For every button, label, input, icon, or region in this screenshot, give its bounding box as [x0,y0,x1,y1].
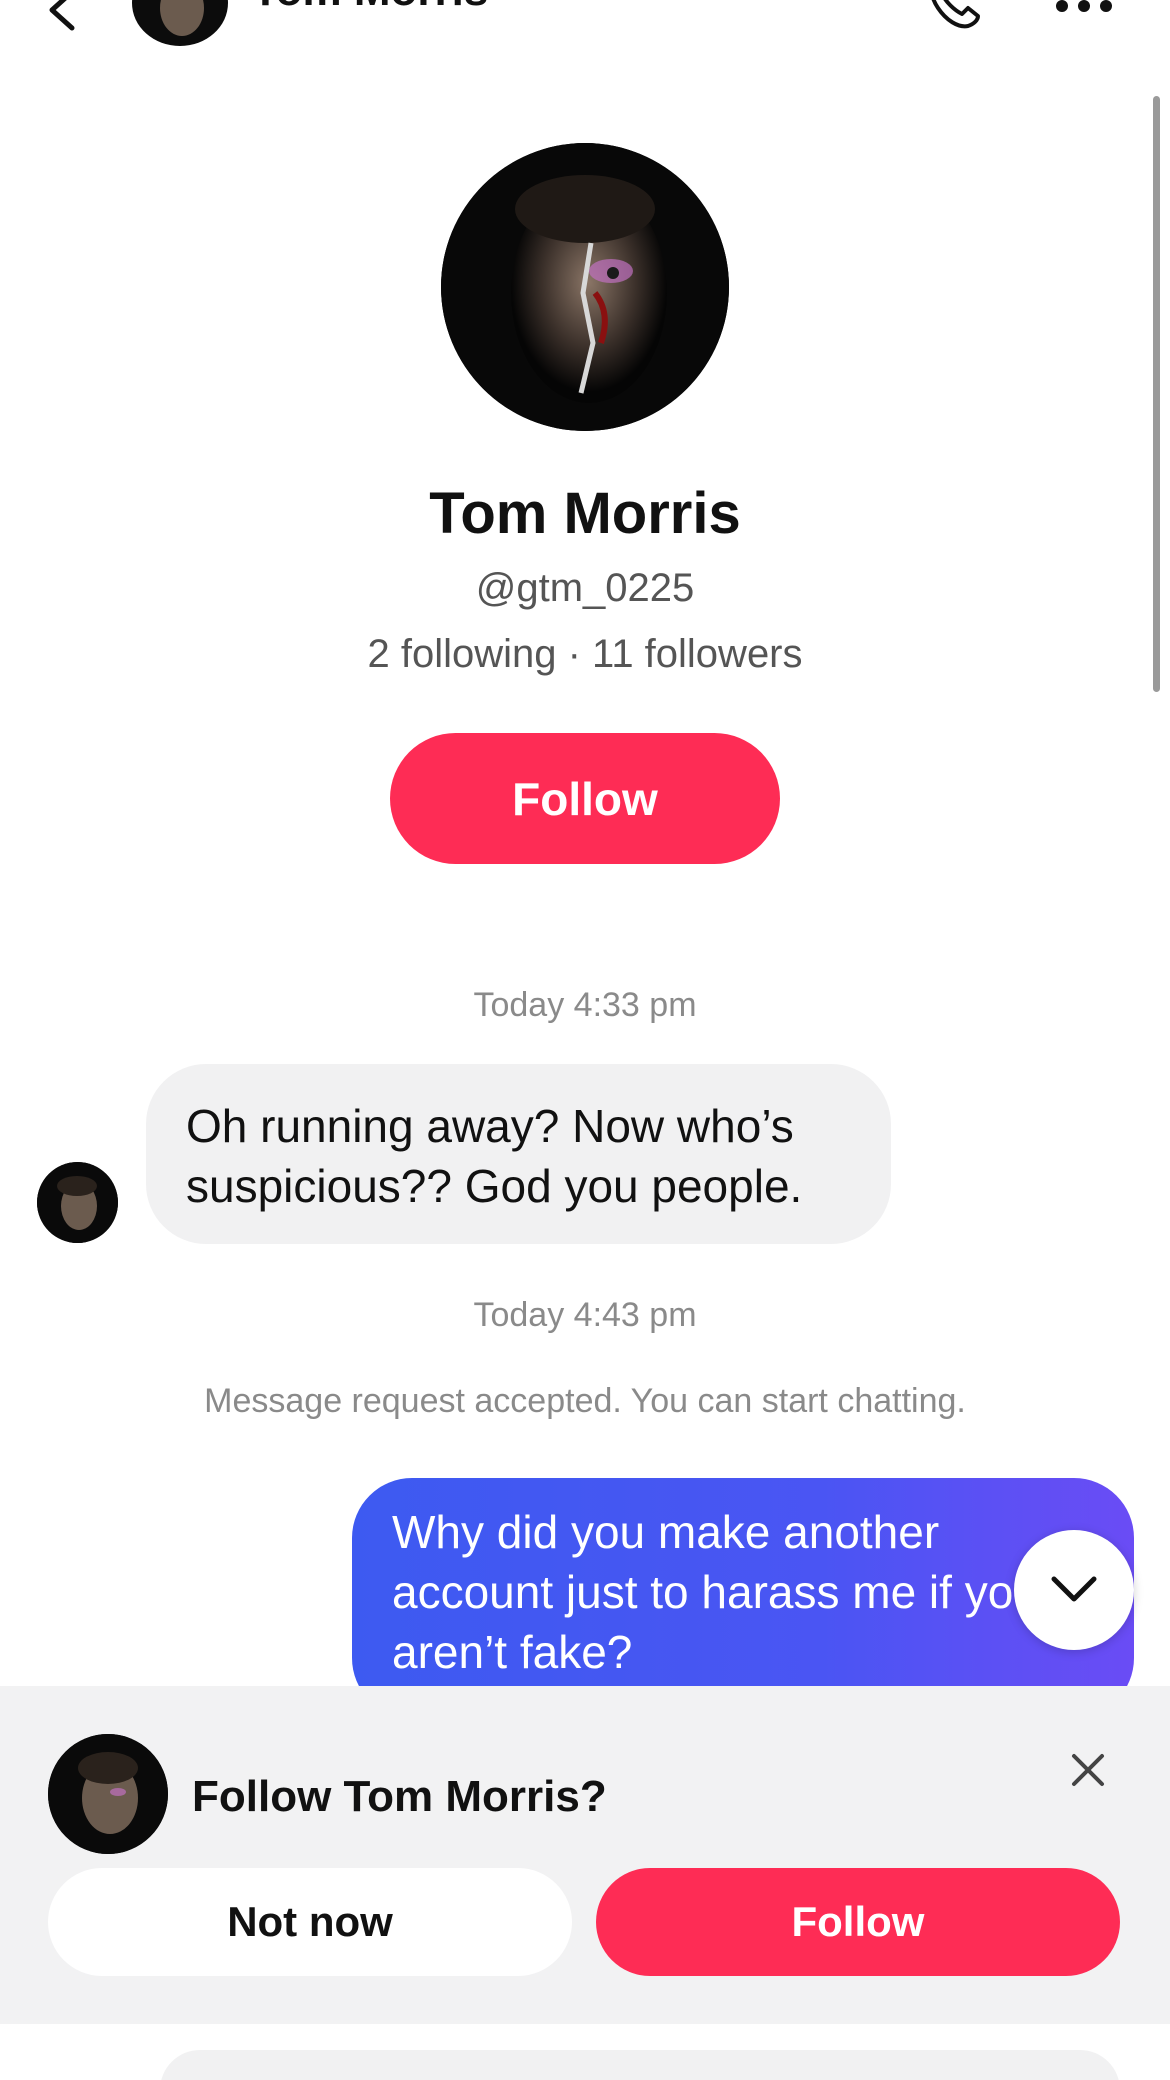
incoming-message-bubble[interactable]: Oh running away? Now who’s suspicious?? … [146,1064,891,1244]
header-name: Tom Morris [252,0,488,16]
top-bar: Tom Morris [0,0,1170,50]
chevron-left-icon[interactable] [40,0,84,32]
not-now-button[interactable]: Not now [48,1868,572,1976]
more-icon[interactable] [1052,0,1116,16]
composer-area [0,2024,1170,2080]
profile-handle: @gtm_0225 [475,566,695,610]
profile-name: Tom Morris [429,481,741,546]
system-note: Message request accepted. You can start … [204,1382,966,1420]
profile-stats[interactable]: 2 following · 11 followers [0,632,1170,677]
scroll-to-bottom-button[interactable] [1014,1530,1134,1650]
prompt-follow-button[interactable]: Follow [596,1868,1120,1976]
sender-avatar[interactable] [37,1162,118,1243]
follow-prompt-text: Follow Tom Morris? [192,1772,607,1821]
close-icon [1072,1754,1104,1786]
follow-button[interactable]: Follow [390,733,780,864]
profile-avatar[interactable] [441,143,729,431]
timestamp: Today 4:43 pm [473,1296,697,1334]
prompt-avatar [48,1734,168,1854]
message-input[interactable] [160,2050,1120,2080]
follow-prompt-panel: Follow Tom Morris? Not now Follow [0,1686,1170,2024]
timestamp: Today 4:33 pm [473,986,697,1024]
phone-icon[interactable] [924,0,988,30]
close-button[interactable] [1064,1746,1112,1794]
chevron-down-icon [1051,1576,1097,1602]
header-avatar[interactable] [132,0,228,46]
